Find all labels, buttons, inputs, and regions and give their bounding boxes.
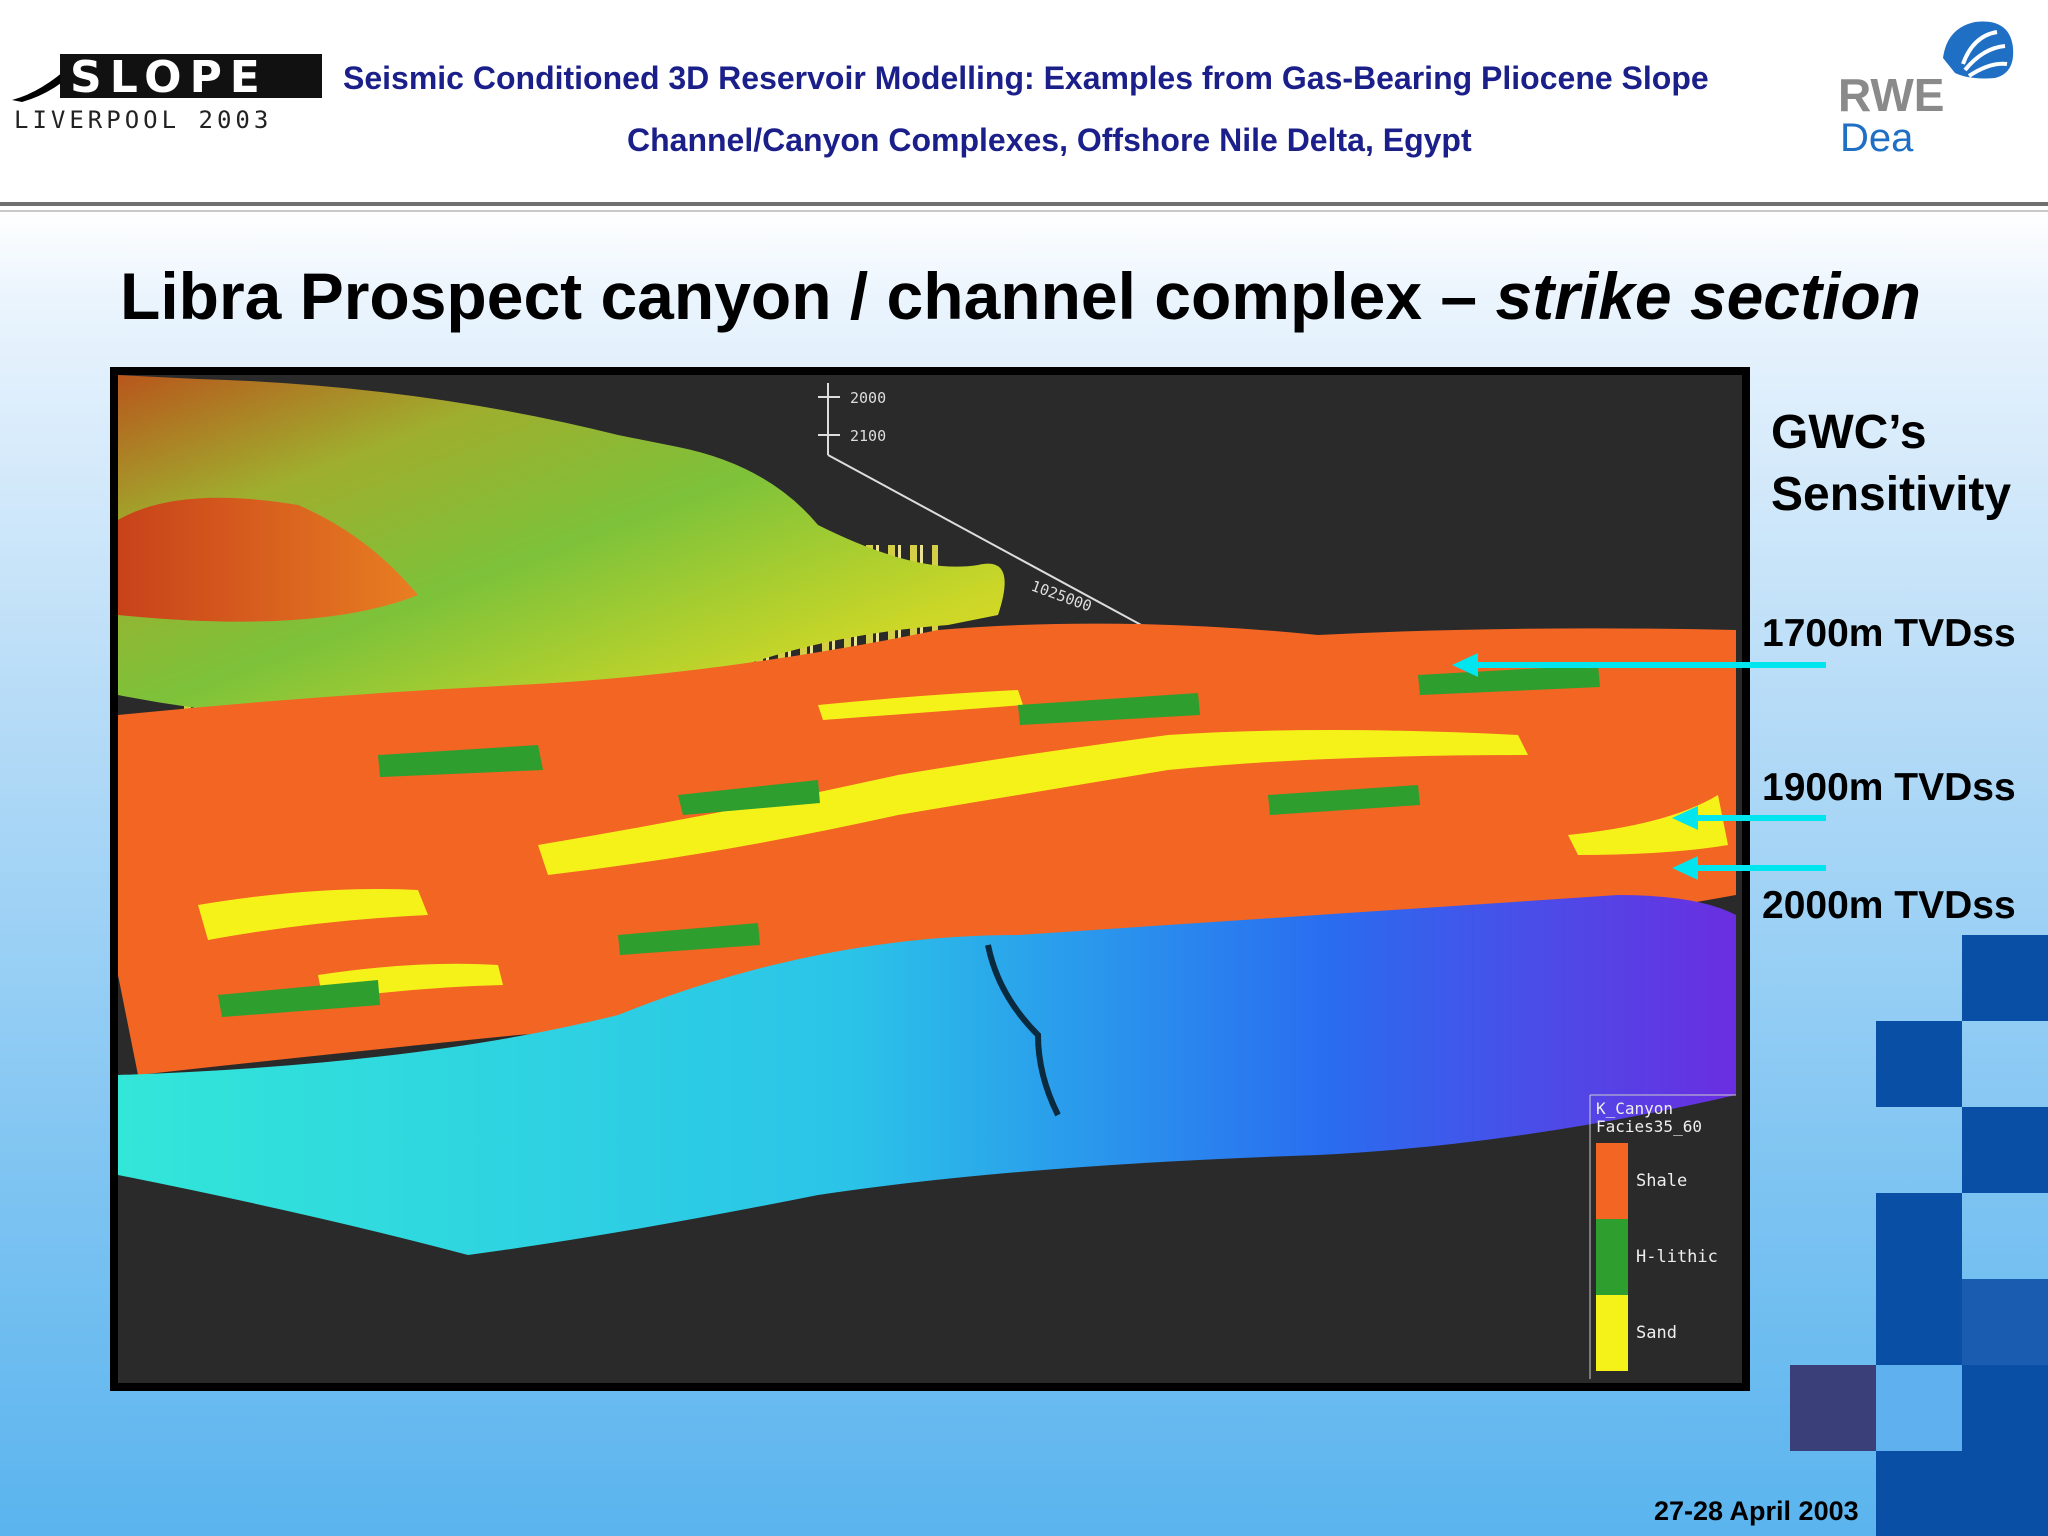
gwc-arrow-2000 [1672, 856, 1826, 880]
gwc-heading-line2: Sensitivity [1771, 468, 2012, 521]
gwc-heading: GWC’s Sensitivity [1771, 402, 2011, 526]
gwc-level-1700: 1700m TVDss [1762, 612, 2016, 655]
gwc-level-1900: 1900m TVDss [1762, 766, 2016, 809]
gwc-heading-line1: GWC’s [1771, 406, 1927, 459]
footer-date: 27-28 April 2003 [1654, 1496, 1859, 1526]
gwc-arrows [1452, 653, 1826, 880]
gwc-level-2000: 2000m TVDss [1762, 884, 2016, 927]
gwc-arrow-1700 [1452, 653, 1826, 677]
